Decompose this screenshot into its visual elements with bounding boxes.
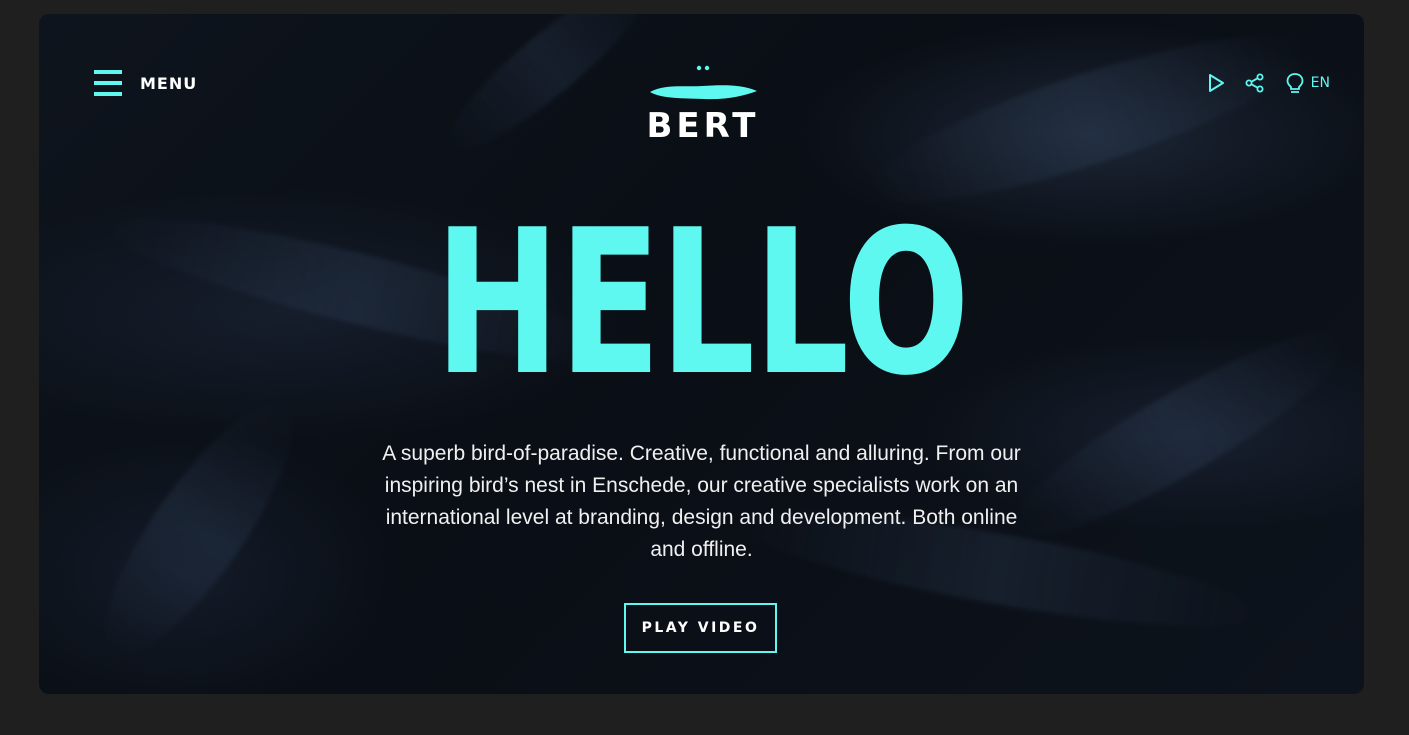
- logo[interactable]: BERT: [644, 60, 762, 160]
- play-video-icon-button[interactable]: [1207, 73, 1225, 93]
- feather-decoration: [430, 14, 668, 171]
- menu-button[interactable]: MENU: [94, 70, 197, 96]
- logo-text: BERT: [646, 106, 760, 146]
- hero-description: A superb bird-of-paradise. Creative, fun…: [382, 442, 1021, 561]
- language-label: EN: [1310, 75, 1330, 91]
- share-icon: [1245, 73, 1264, 93]
- play-video-button[interactable]: PLAY VIDEO: [624, 603, 777, 653]
- hamburger-icon: [94, 70, 122, 96]
- play-icon: [1208, 74, 1224, 92]
- feather-decoration: [76, 380, 322, 678]
- language-switcher[interactable]: EN: [1285, 72, 1330, 94]
- hero-section: MENU BERT EN HELLO A superb bird-of-para…: [39, 14, 1364, 694]
- top-toolbar: EN: [1207, 72, 1330, 94]
- bird-logo-icon: [650, 65, 757, 100]
- share-button[interactable]: [1245, 73, 1265, 93]
- hero-title: HELLO: [434, 187, 970, 420]
- lightbulb-icon: [1286, 73, 1304, 93]
- menu-label: MENU: [140, 73, 198, 93]
